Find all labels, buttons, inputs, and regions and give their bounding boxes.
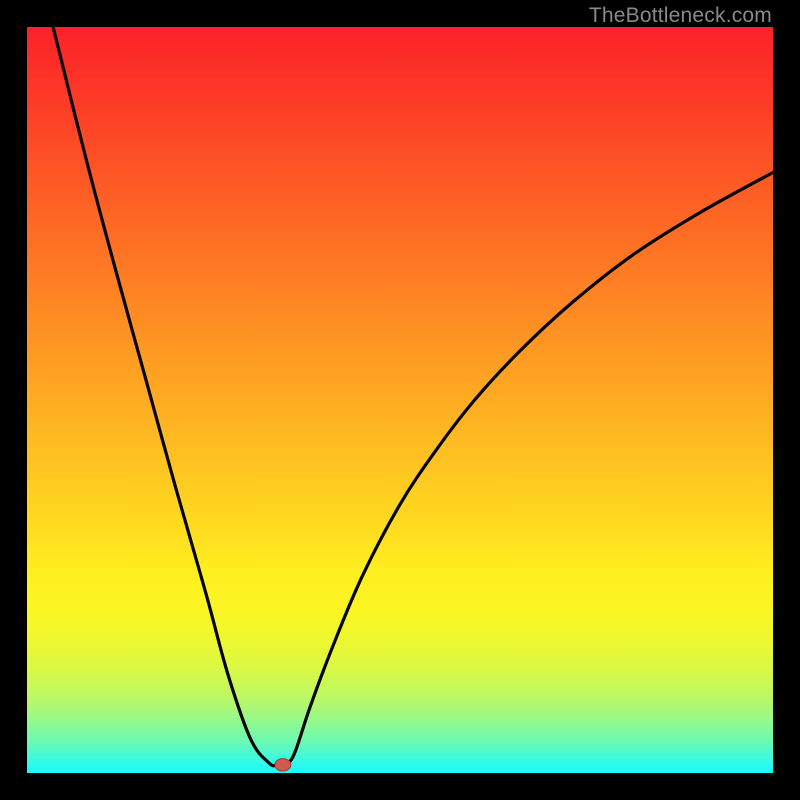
bottleneck-curve bbox=[53, 27, 773, 766]
curve-layer bbox=[27, 27, 773, 773]
watermark-text: TheBottleneck.com bbox=[589, 4, 772, 28]
optimal-marker bbox=[275, 759, 291, 771]
plot-area bbox=[27, 27, 773, 773]
chart-frame: TheBottleneck.com bbox=[0, 0, 800, 800]
